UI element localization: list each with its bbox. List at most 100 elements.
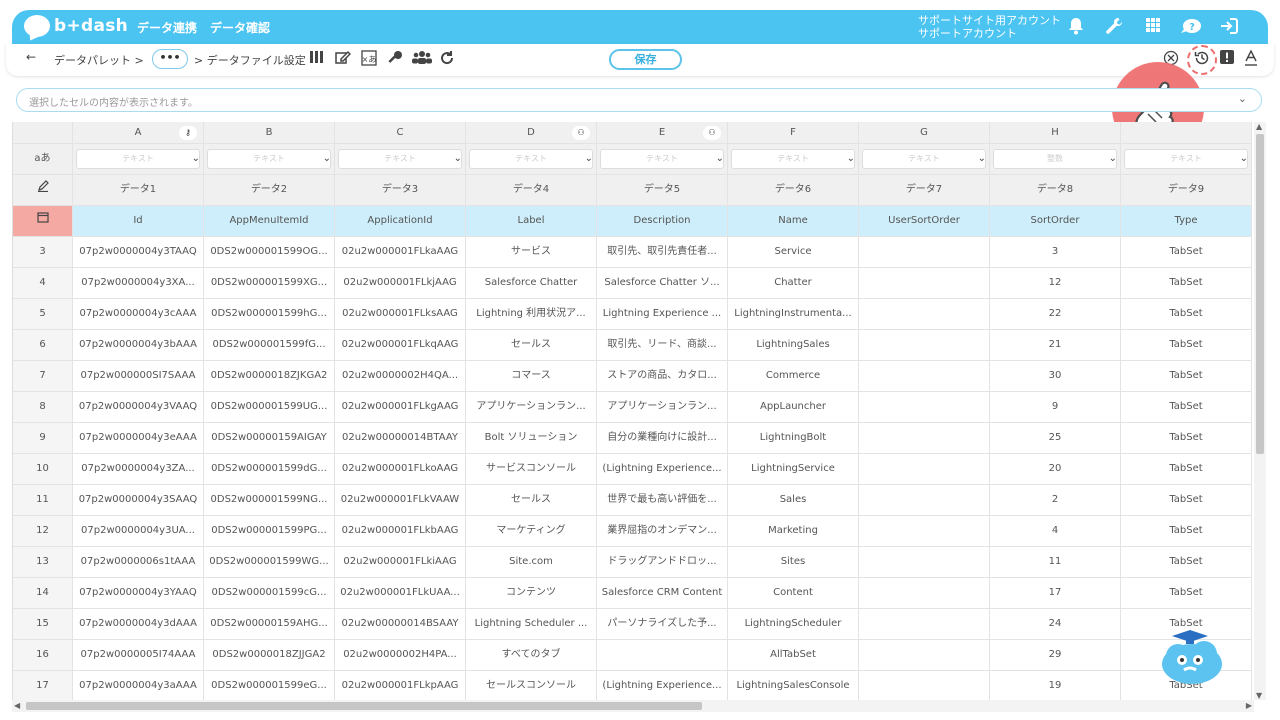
column-letter-header[interactable]: B: [204, 122, 335, 144]
table-cell[interactable]: 02u2w000001FLkaAAG: [335, 237, 466, 268]
data-type-select[interactable]: テキスト ⌄: [859, 144, 990, 175]
table-cell[interactable]: Commerce: [728, 361, 859, 392]
chevron-down-icon[interactable]: ⌄: [978, 144, 986, 174]
breadcrumb-data-palette[interactable]: データパレット >: [54, 52, 144, 68]
horizontal-scrollbar[interactable]: ◀ ▶: [12, 700, 1254, 712]
row-number[interactable]: 12: [13, 516, 73, 547]
row-number[interactable]: 17: [13, 671, 73, 700]
table-cell[interactable]: 25: [990, 423, 1121, 454]
row-number[interactable]: 14: [13, 578, 73, 609]
column-field-name[interactable]: Label: [466, 206, 597, 237]
data-type-select[interactable]: テキスト ⌄: [1121, 144, 1252, 175]
table-cell[interactable]: 17: [990, 578, 1121, 609]
table-cell[interactable]: LightningSales: [728, 330, 859, 361]
scroll-up-arrow-icon[interactable]: ▲: [1256, 122, 1262, 131]
row-number[interactable]: 15: [13, 609, 73, 640]
table-cell[interactable]: Sites: [728, 547, 859, 578]
table-cell[interactable]: Content: [728, 578, 859, 609]
table-cell[interactable]: 0DS2w000001599NG...: [204, 485, 335, 516]
table-cell[interactable]: 07p2w0000004y3dAAA: [73, 609, 204, 640]
table-cell[interactable]: 3: [990, 237, 1121, 268]
breadcrumb-more-button[interactable]: •••: [152, 49, 188, 69]
table-cell[interactable]: 02u2w0000002H4PA...: [335, 640, 466, 671]
table-cell[interactable]: 02u2w000001FLkqAAG: [335, 330, 466, 361]
table-cell[interactable]: LightningInstrumenta...: [728, 299, 859, 330]
row-number[interactable]: 3: [13, 237, 73, 268]
table-cell[interactable]: 4: [990, 516, 1121, 547]
calendar-icon[interactable]: [13, 206, 73, 237]
data-type-value[interactable]: テキスト: [1124, 149, 1248, 169]
data-type-value[interactable]: テキスト: [731, 149, 855, 169]
table-cell[interactable]: Salesforce Chatter ソ...: [597, 268, 728, 299]
table-cell[interactable]: 0DS2w000001599hG...: [204, 299, 335, 330]
edit-label-icon[interactable]: [13, 175, 73, 206]
table-cell[interactable]: 0DS2w000001599dG...: [204, 454, 335, 485]
group-icon[interactable]: [412, 50, 432, 68]
table-cell[interactable]: [859, 516, 990, 547]
wrench-icon[interactable]: [1104, 17, 1124, 37]
corner-cell[interactable]: [13, 122, 73, 144]
table-cell[interactable]: 19: [990, 671, 1121, 700]
data-type-select[interactable]: テキスト ⌄: [597, 144, 728, 175]
table-cell[interactable]: 07p2w0000004y3UA...: [73, 516, 204, 547]
chevron-down-icon[interactable]: ⌄: [323, 144, 331, 174]
table-cell[interactable]: 0DS2w000001599XG...: [204, 268, 335, 299]
table-cell[interactable]: [859, 361, 990, 392]
chevron-down-icon[interactable]: ⌄: [1240, 144, 1248, 174]
data-type-value[interactable]: テキスト: [862, 149, 986, 169]
table-cell[interactable]: [859, 423, 990, 454]
table-cell[interactable]: 02u2w000001FLkjAAG: [335, 268, 466, 299]
table-cell[interactable]: 0DS2w000001599PG...: [204, 516, 335, 547]
row-number[interactable]: 16: [13, 640, 73, 671]
chevron-down-icon[interactable]: ⌄: [1238, 92, 1247, 105]
table-cell[interactable]: 0DS2w000001599OG...: [204, 237, 335, 268]
table-cell[interactable]: [859, 268, 990, 299]
table-cell[interactable]: Lightning Experience ...: [597, 299, 728, 330]
column-field-name[interactable]: Type: [1121, 206, 1252, 237]
table-cell[interactable]: TabSet: [1121, 299, 1252, 330]
table-cell[interactable]: 0DS2w000001599UG...: [204, 392, 335, 423]
table-cell[interactable]: 02u2w00000014BSAAY: [335, 609, 466, 640]
column-display-label[interactable]: データ4: [466, 175, 597, 206]
data-type-value[interactable]: テキスト: [76, 149, 200, 169]
table-cell[interactable]: アプリケーションラン...: [466, 392, 597, 423]
chevron-down-icon[interactable]: ⌄: [1109, 144, 1117, 174]
apps-grid-icon[interactable]: [1143, 17, 1163, 37]
table-cell[interactable]: Salesforce Chatter: [466, 268, 597, 299]
table-cell[interactable]: 02u2w000001FLkiAAG: [335, 547, 466, 578]
table-cell[interactable]: 02u2w000001FLkoAAG: [335, 454, 466, 485]
font-icon[interactable]: [1242, 49, 1260, 68]
table-cell[interactable]: 0DS2w000001599eG...: [204, 671, 335, 700]
scroll-left-arrow-icon[interactable]: ◀: [14, 701, 20, 710]
table-cell[interactable]: [859, 485, 990, 516]
table-cell[interactable]: TabSet: [1121, 392, 1252, 423]
row-number[interactable]: 5: [13, 299, 73, 330]
table-cell[interactable]: 30: [990, 361, 1121, 392]
scroll-right-arrow-icon[interactable]: ▶: [1246, 701, 1252, 710]
table-cell[interactable]: [597, 640, 728, 671]
scroll-down-arrow-icon[interactable]: ▼: [1256, 691, 1262, 700]
table-cell[interactable]: [859, 609, 990, 640]
table-cell[interactable]: 世界で最も高い評価を...: [597, 485, 728, 516]
key-icon[interactable]: [386, 50, 404, 68]
table-cell[interactable]: TabSet: [1121, 268, 1252, 299]
table-cell[interactable]: 07p2w0000004y3XA...: [73, 268, 204, 299]
table-cell[interactable]: 取引先、取引先責任者...: [597, 237, 728, 268]
table-cell[interactable]: 07p2w0000004y3bAAA: [73, 330, 204, 361]
table-cell[interactable]: [859, 237, 990, 268]
table-cell[interactable]: 取引先、リード、商談...: [597, 330, 728, 361]
help-bubble-icon[interactable]: ?: [1180, 17, 1201, 37]
table-cell[interactable]: [859, 454, 990, 485]
table-cell[interactable]: AllTabSet: [728, 640, 859, 671]
bdash-logo[interactable]: b+dash: [24, 15, 128, 37]
row-number[interactable]: 13: [13, 547, 73, 578]
table-cell[interactable]: Service: [728, 237, 859, 268]
table-cell[interactable]: ストアの商品、カタロ...: [597, 361, 728, 392]
data-type-select[interactable]: テキスト ⌄: [335, 144, 466, 175]
data-type-value[interactable]: テキスト: [207, 149, 331, 169]
row-number[interactable]: 8: [13, 392, 73, 423]
table-cell[interactable]: 9: [990, 392, 1121, 423]
column-letter-header[interactable]: E ⚇: [597, 122, 728, 144]
table-cell[interactable]: [859, 330, 990, 361]
column-display-label[interactable]: データ2: [204, 175, 335, 206]
